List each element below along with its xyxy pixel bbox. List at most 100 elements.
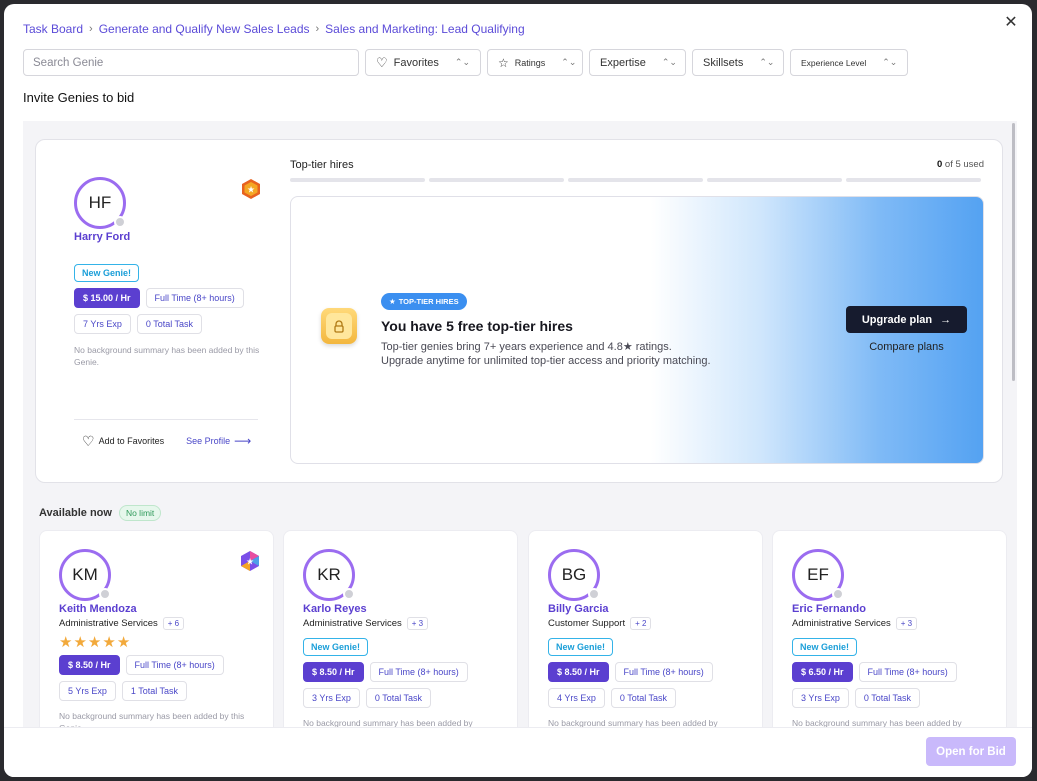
chevron-updown-icon: ⌃⌄ [661, 57, 677, 67]
new-genie-badge: New Genie! [303, 638, 369, 656]
service-row: Administrative Services + 3 [303, 617, 508, 630]
breadcrumb-task[interactable]: Sales and Marketing: Lead Qualifying [325, 22, 524, 36]
chips-row: 7 Yrs Exp 0 Total Task [74, 314, 260, 334]
genie-summary: No background summary has been added by … [59, 711, 245, 727]
top-rated-medal-icon: ★ [242, 179, 260, 199]
filter-bar: ♡ Favorites ⌃⌄ ☆ Ratings ⌃⌄ Expertise ⌃⌄… [23, 49, 908, 76]
compare-plans-link[interactable]: Compare plans [846, 341, 967, 353]
top-tier-progress [290, 178, 981, 182]
ratings-filter[interactable]: ☆ Ratings ⌃⌄ [487, 49, 583, 76]
chips-row: $ 15.00 / Hr Full Time (8+ hours) [74, 288, 260, 308]
genie-list-scroll[interactable]: HF Harry Ford New Genie! $ 15.00 / Hr Fu… [23, 121, 1017, 727]
star-icon: ★ [73, 634, 87, 651]
upgrade-plan-button[interactable]: Upgrade plan → [846, 306, 967, 333]
lock-badge [321, 308, 357, 344]
genie-card[interactable]: EF Eric Fernando Administrative Services… [772, 530, 1007, 727]
genie-summary: No background summary has been added by … [74, 345, 260, 367]
genie-card[interactable]: KR Karlo Reyes Administrative Services +… [283, 530, 518, 727]
rate-chip: $ 8.50 / Hr [303, 662, 364, 682]
genie-summary: No background summary has been added by [792, 718, 962, 727]
rate-chip: $ 8.50 / Hr [59, 655, 120, 675]
skillsets-filter[interactable]: Skillsets ⌃⌄ [692, 49, 784, 76]
scrollbar[interactable] [1012, 123, 1015, 381]
genie-card[interactable]: KM Keith Mendoza Administrative Services… [39, 530, 274, 727]
expertise-filter[interactable]: Expertise ⌃⌄ [589, 49, 686, 76]
experience-level-filter[interactable]: Experience Level ⌃⌄ [790, 49, 908, 76]
genie-summary: No background summary has been added by [548, 718, 718, 727]
status-dot [588, 588, 600, 600]
heart-icon: ♡ [82, 433, 95, 449]
rate-chip: $ 8.50 / Hr [548, 662, 609, 682]
chips-row: $ 6.50 / Hr Full Time (8+ hours) [792, 662, 997, 682]
progress-segment [568, 178, 703, 182]
more-services-badge[interactable]: + 3 [895, 617, 918, 630]
genie-card-body: BG Billy Garcia Customer Support + 2 New… [548, 549, 753, 727]
more-services-badge[interactable]: + 6 [162, 617, 185, 630]
see-profile-link[interactable]: See Profile ⟶ [186, 434, 251, 448]
card-actions: ♡ Add to Favorites See Profile ⟶ [82, 434, 251, 448]
section-title: Available now [39, 507, 112, 519]
expert-gem-icon: ★ [241, 551, 259, 571]
genie-card[interactable]: BG Billy Garcia Customer Support + 2 New… [528, 530, 763, 727]
star-icon: ★ [87, 634, 102, 651]
service-row: Administrative Services + 3 [792, 617, 997, 630]
tasks-chip: 1 Total Task [121, 681, 188, 701]
experience-chip: 3 Yrs Exp [303, 688, 360, 708]
genie-name[interactable]: Harry Ford [74, 231, 260, 243]
breadcrumb-task-board[interactable]: Task Board [23, 22, 83, 36]
featured-genie-card[interactable]: HF Harry Ford New Genie! $ 15.00 / Hr Fu… [74, 177, 260, 457]
promo-title: You have 5 free top-tier hires [381, 318, 573, 334]
service-label: Administrative Services [303, 618, 402, 629]
star-icon: ★ [102, 634, 116, 651]
featured-section: HF Harry Ford New Genie! $ 15.00 / Hr Fu… [35, 139, 1003, 483]
genie-name[interactable]: Eric Fernando [792, 603, 997, 615]
service-label: Administrative Services [59, 618, 158, 629]
genie-name[interactable]: Keith Mendoza [59, 603, 264, 615]
add-to-favorites-button[interactable]: ♡ Add to Favorites [82, 433, 164, 449]
more-services-badge[interactable]: + 3 [406, 617, 429, 630]
service-row: Administrative Services + 6 [59, 617, 264, 630]
chips-row: 3 Yrs Exp 0 Total Task [792, 688, 997, 708]
rate-chip: $ 15.00 / Hr [74, 288, 140, 308]
breadcrumb-separator-icon: › [315, 23, 320, 35]
tasks-chip: 0 Total Task [854, 688, 921, 708]
favorites-filter[interactable]: ♡ Favorites ⌃⌄ [365, 49, 481, 76]
more-services-badge[interactable]: + 2 [630, 617, 652, 630]
new-genie-badge: New Genie! [792, 638, 858, 656]
top-tier-promo-banner: ★ TOP-TIER HIRES You have 5 free top-tie… [290, 196, 984, 464]
search-input[interactable] [23, 49, 359, 76]
breadcrumb-separator-icon: › [89, 23, 93, 35]
status-dot [343, 588, 355, 600]
avatar: BG [548, 549, 600, 601]
arrow-right-icon: → [940, 313, 952, 326]
progress-segment [429, 178, 564, 182]
invite-genies-modal: ✕ Task Board › Generate and Qualify New … [4, 4, 1032, 777]
star-icon: ☆ [498, 55, 509, 70]
star-icon: ★ [389, 297, 396, 306]
breadcrumb-project[interactable]: Generate and Qualify New Sales Leads [99, 22, 310, 36]
lock-icon [326, 313, 352, 339]
chips-row: $ 8.50 / Hr Full Time (8+ hours) [548, 662, 753, 682]
chips-row: 5 Yrs Exp 1 Total Task [59, 681, 264, 701]
genie-card-body: EF Eric Fernando Administrative Services… [792, 549, 997, 727]
chips-row: $ 8.50 / Hr Full Time (8+ hours) [59, 655, 264, 675]
close-icon[interactable]: ✕ [1002, 14, 1020, 32]
genie-card-body: KR Karlo Reyes Administrative Services +… [303, 549, 508, 727]
genie-name[interactable]: Billy Garcia [548, 603, 753, 615]
available-now-header: Available now No limit [39, 505, 162, 521]
experience-chip: 3 Yrs Exp [792, 688, 849, 708]
availability-chip: Full Time (8+ hours) [858, 662, 957, 682]
new-genie-badge: New Genie! [74, 264, 140, 282]
chevron-updown-icon: ⌃⌄ [882, 57, 898, 67]
avatar: KR [303, 549, 355, 601]
promo-description: Top-tier genies bring 7+ years experienc… [381, 341, 711, 367]
availability-chip: Full Time (8+ hours) [125, 655, 224, 675]
divider [74, 419, 258, 420]
open-for-bid-button[interactable]: Open for Bid [926, 737, 1016, 766]
tasks-chip: 0 Total Task [365, 688, 432, 708]
heart-icon: ♡ [376, 55, 388, 70]
availability-chip: Full Time (8+ hours) [369, 662, 468, 682]
progress-segment [290, 178, 425, 182]
genie-name[interactable]: Karlo Reyes [303, 603, 508, 615]
avatar: HF [74, 177, 126, 229]
